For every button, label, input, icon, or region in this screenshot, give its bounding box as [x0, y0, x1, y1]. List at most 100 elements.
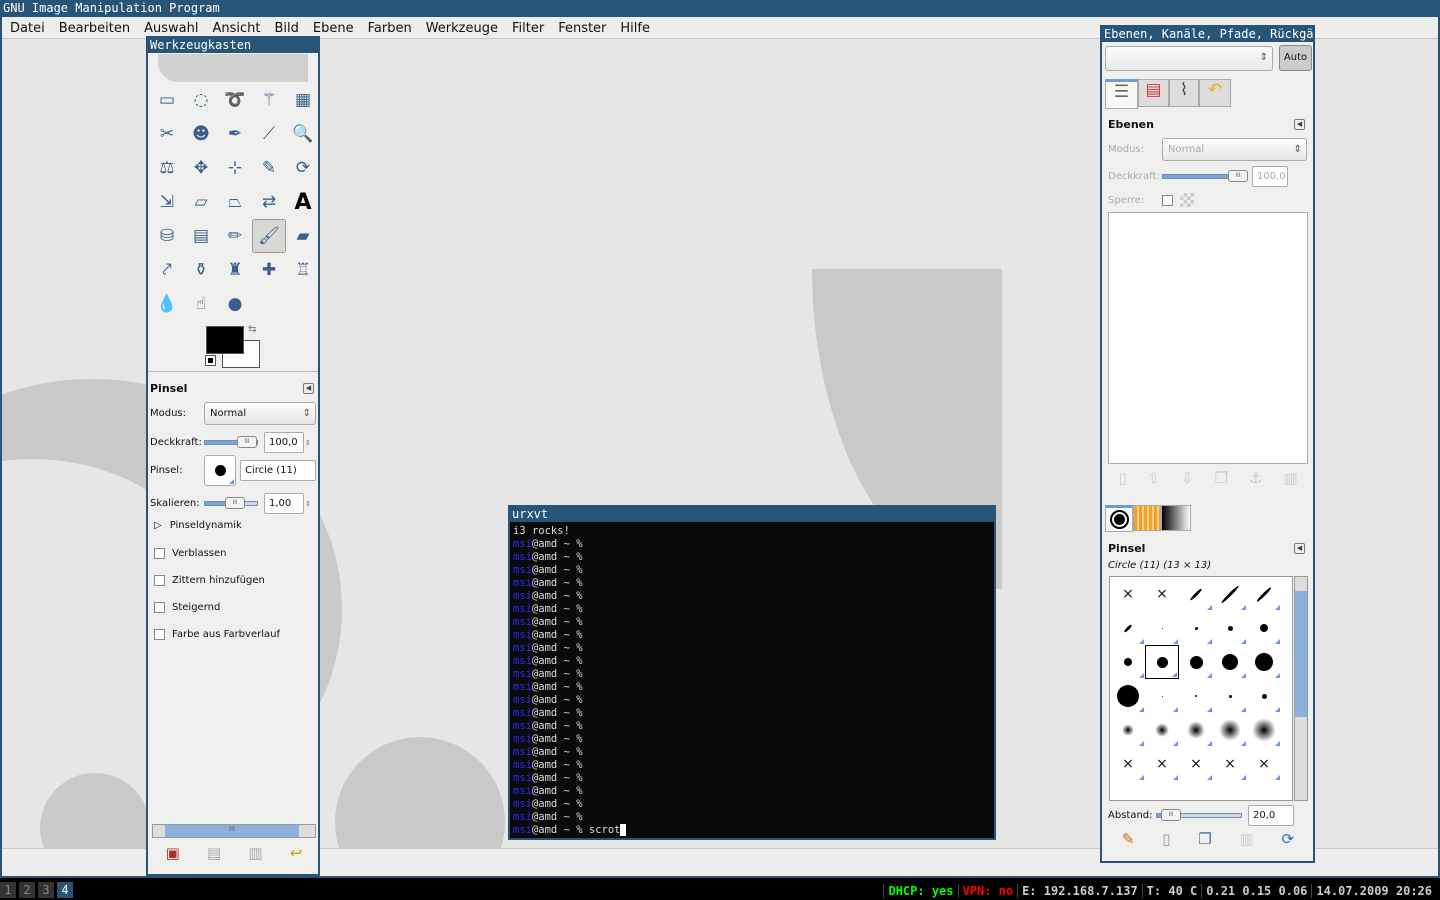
brush-item[interactable] [1145, 679, 1179, 713]
tool-blend[interactable]: ▤ [184, 219, 218, 253]
brush-item[interactable] [1247, 679, 1281, 713]
brush-item[interactable] [1145, 645, 1179, 679]
brush-item[interactable] [1145, 611, 1179, 645]
brush-item[interactable]: × [1179, 747, 1213, 781]
option-checkbox-row[interactable]: Verblassen [154, 548, 227, 559]
brush-item[interactable] [1179, 577, 1213, 611]
brush-item[interactable]: × [1145, 577, 1179, 611]
new-layer-icon[interactable]: ▯ [1118, 469, 1126, 487]
brush-item[interactable] [1179, 713, 1213, 747]
default-colors-icon[interactable] [205, 355, 216, 366]
restore-options-icon[interactable]: ▤ [207, 844, 221, 862]
auto-button[interactable]: Auto [1279, 45, 1312, 71]
tool-paintbrush[interactable]: 🖌 [252, 219, 286, 253]
brush-item[interactable]: × [1145, 747, 1179, 781]
tool-text[interactable]: A [286, 185, 320, 219]
brush-item[interactable] [1247, 611, 1281, 645]
tool-rect-select[interactable]: ▭ [150, 83, 184, 117]
lock-pixels-checkbox[interactable] [1162, 194, 1173, 206]
configure-tab-icon[interactable]: ◀ [303, 383, 314, 394]
duplicate-brush-icon[interactable]: ❐ [1198, 830, 1211, 848]
tool-free-select[interactable]: ➰ [218, 83, 252, 117]
tool-flip[interactable]: ⇄ [252, 185, 286, 219]
menu-ansicht[interactable]: Ansicht [212, 17, 267, 38]
checkbox[interactable] [154, 629, 165, 640]
brush-item[interactable] [1179, 611, 1213, 645]
tool-smudge[interactable]: ☝ [184, 287, 218, 321]
brush-item[interactable] [1111, 645, 1145, 679]
tool-blur[interactable]: 💧 [150, 287, 184, 321]
option-checkbox-row[interactable]: Steigernd [154, 602, 220, 613]
brush-item[interactable]: × [1213, 747, 1247, 781]
tool-crop[interactable]: ✎ [252, 151, 286, 185]
workspace-1[interactable]: 1 [0, 882, 16, 898]
tool-measure[interactable]: ⚖ [150, 151, 184, 185]
tool-align[interactable]: ⊹ [218, 151, 252, 185]
tool-heal[interactable]: ✚ [252, 253, 286, 287]
brush-item[interactable] [1213, 645, 1247, 679]
menu-ebene[interactable]: Ebene [313, 17, 361, 38]
refresh-brushes-icon[interactable]: ⟳ [1282, 830, 1295, 848]
brush-item[interactable] [1213, 577, 1247, 611]
scale-input[interactable]: 1,00 [264, 493, 304, 514]
reset-options-icon[interactable]: ↩ [290, 844, 303, 862]
layers-list[interactable] [1108, 212, 1308, 464]
menu-werkzeuge[interactable]: Werkzeuge [426, 17, 505, 38]
tab-undo-icon[interactable]: ↶ [1199, 79, 1231, 107]
tab-layers-icon[interactable]: ☰ [1105, 79, 1138, 109]
tool-dodge-burn[interactable]: ● [218, 287, 252, 321]
menu-bearbeiten[interactable]: Bearbeiten [59, 17, 137, 38]
layer-opacity-slider[interactable]: III [1162, 170, 1248, 182]
tool-color-select[interactable]: ▦ [286, 83, 320, 117]
tab-brushes-icon[interactable] [1105, 505, 1133, 532]
workspace-4[interactable]: 4 [57, 882, 73, 898]
brush-item[interactable] [1111, 713, 1145, 747]
brush-item[interactable] [1213, 679, 1247, 713]
tool-zoom[interactable]: 🔍 [286, 117, 320, 151]
brushes-vscrollbar[interactable] [1294, 576, 1308, 801]
tool-scissors[interactable]: ✂ [150, 117, 184, 151]
tool-perspective[interactable]: ⏢ [218, 185, 252, 219]
delete-options-icon[interactable]: ▥ [248, 844, 262, 862]
toolbox-hscrollbar[interactable]: III [152, 824, 316, 838]
terminal-window[interactable]: urxvt i3 rocks! msi@amd ~ % msi@amd ~ % … [508, 505, 996, 840]
checkbox[interactable] [154, 575, 165, 586]
lower-layer-icon[interactable]: ⇩ [1181, 469, 1194, 487]
image-select[interactable] [1105, 46, 1273, 71]
menu-farben[interactable]: Farben [368, 17, 419, 38]
tool-clone[interactable]: ♜ [218, 253, 252, 287]
tool-pencil[interactable]: ✏ [218, 219, 252, 253]
tool-rotate[interactable]: ⟳ [286, 151, 320, 185]
delete-brush-icon[interactable]: ▥ [1240, 830, 1254, 848]
brush-item[interactable] [1111, 611, 1145, 645]
tool-bucket-fill[interactable]: ⛁ [150, 219, 184, 253]
duplicate-layer-icon[interactable]: ❐ [1215, 469, 1228, 487]
delete-layer-icon[interactable]: ▥ [1283, 469, 1297, 487]
edit-brush-icon[interactable]: ✎ [1122, 830, 1135, 848]
tab-paths-icon[interactable]: ⌇ [1169, 79, 1199, 107]
tool-fuzzy-select[interactable]: ⚚ [252, 83, 286, 117]
layer-mode-select[interactable]: Normal [1162, 138, 1307, 161]
menu-filter[interactable]: Filter [512, 17, 551, 38]
foreground-color-swatch[interactable] [206, 326, 244, 354]
tool-ellipse-select[interactable]: ◌ [184, 83, 218, 117]
tool-foreground-select[interactable]: ☻ [184, 117, 218, 151]
scale-slider[interactable]: III [204, 497, 258, 509]
tool-eraser[interactable]: ▰ [286, 219, 320, 253]
menu-datei[interactable]: Datei [10, 17, 52, 38]
brush-item[interactable] [1247, 713, 1281, 747]
brush-item[interactable]: × [1111, 747, 1145, 781]
menu-auswahl[interactable]: Auswahl [144, 17, 205, 38]
brush-grid[interactable]: × × × × × × × [1109, 576, 1293, 801]
brush-item[interactable] [1213, 713, 1247, 747]
opacity-slider[interactable]: III [204, 436, 258, 448]
mode-select[interactable]: Normal [204, 402, 316, 425]
tab-channels-icon[interactable]: ▤ [1138, 79, 1169, 107]
option-checkbox-row[interactable]: Zittern hinzufügen [154, 575, 265, 586]
swap-colors-icon[interactable]: ⇆ [248, 324, 256, 335]
menu-hilfe[interactable]: Hilfe [620, 17, 657, 38]
brush-item[interactable]: × [1111, 577, 1145, 611]
new-brush-icon[interactable]: ▯ [1162, 830, 1170, 848]
configure-tab-icon[interactable]: ◀ [1294, 119, 1305, 130]
tool-shear[interactable]: ▱ [184, 185, 218, 219]
